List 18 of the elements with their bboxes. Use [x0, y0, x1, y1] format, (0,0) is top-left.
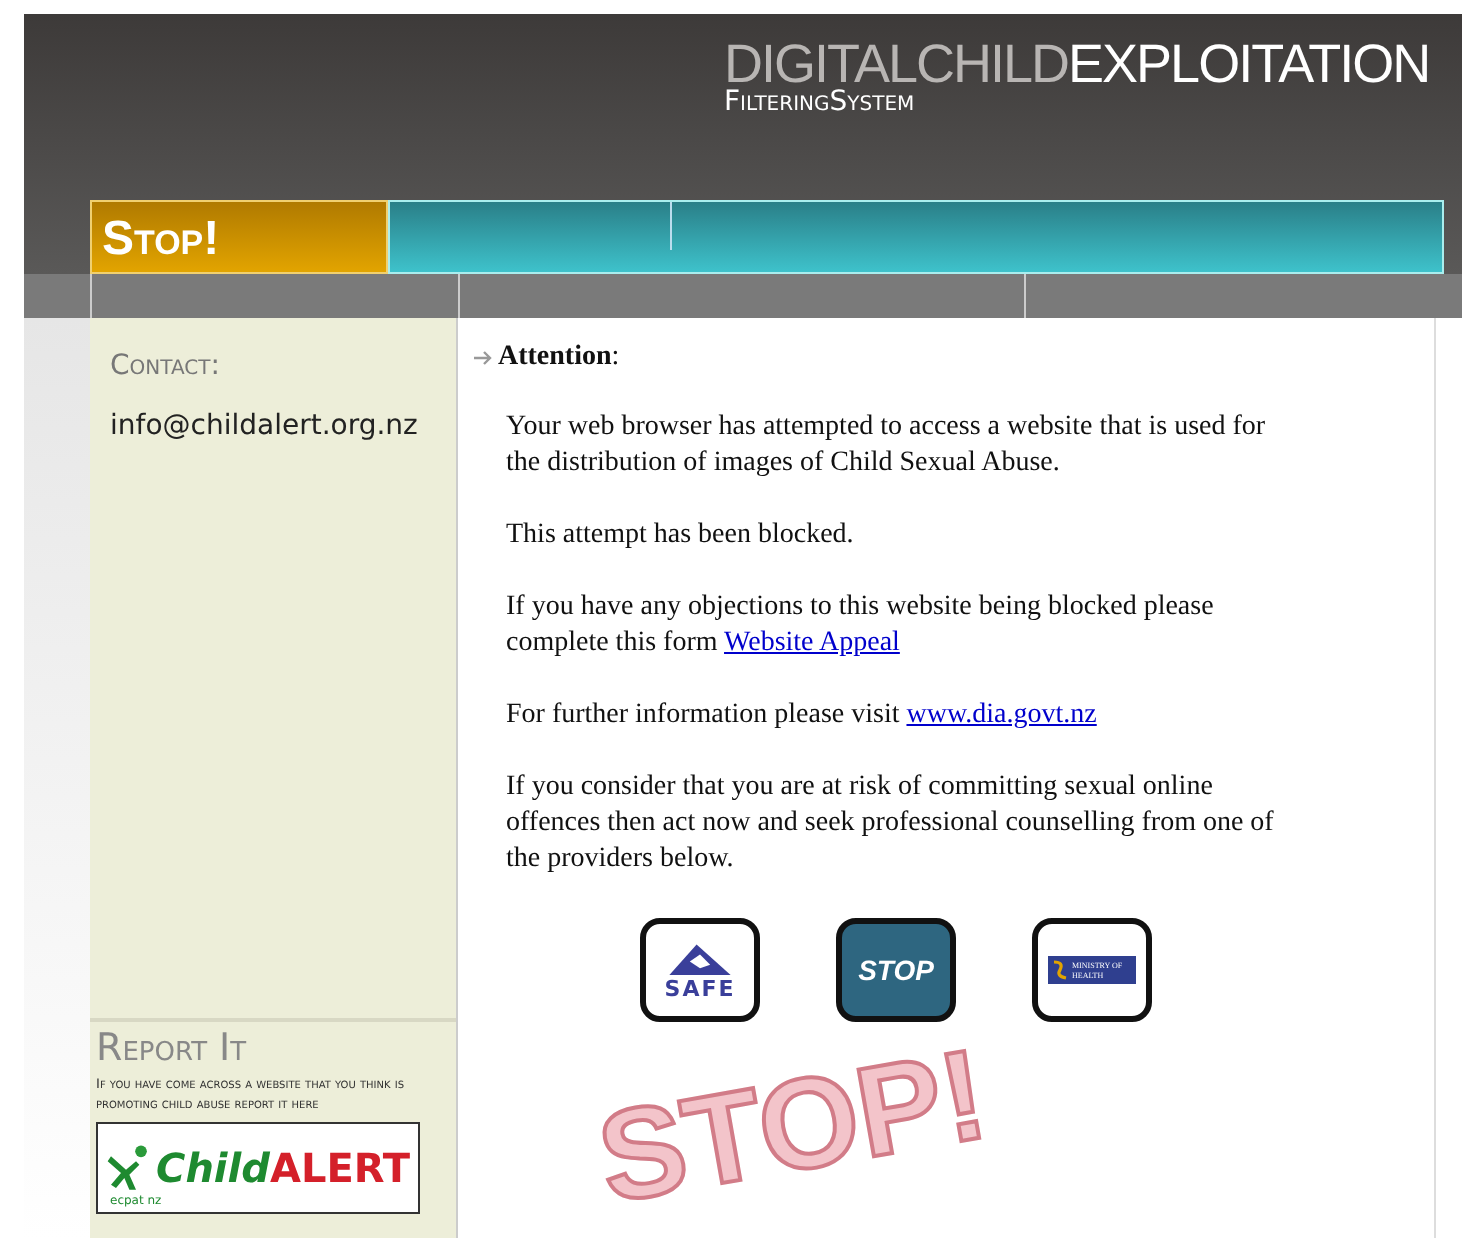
stop-logo[interactable]: STOP	[836, 918, 956, 1022]
message-text: For further information please visit www.dia.govt.nz	[506, 700, 1097, 730]
email-link[interactable]: info@childalert.org.nz	[110, 410, 436, 442]
message-link[interactable]: Website Appeal	[724, 628, 900, 658]
message-link[interactable]: www.dia.govt.nz	[906, 700, 1097, 730]
message-text: If you have any objections to this website being blocked please complete this form Website Appeal	[506, 592, 1214, 658]
arrow-icon	[474, 350, 494, 366]
contact-heading: Contact:	[110, 350, 222, 382]
message-text: Your web browser has attempted to access a website that is used for the distribution of images of Child Sexual Abuse.	[506, 412, 1266, 478]
report-heading: Report It	[96, 1026, 249, 1070]
message-text: This attempt has been blocked.	[506, 520, 854, 550]
attention-heading: Attention:	[498, 342, 620, 374]
stop-banner: Stop!	[90, 200, 388, 274]
message-text: If you consider that you are at risk of committing sexual online offences then act now and seek professional counselling from one of the providers below.	[506, 772, 1274, 874]
stamp-text: STOP!	[589, 1029, 995, 1223]
mountain-icon	[666, 939, 734, 975]
site-subtitle: FilteringSystem	[724, 86, 917, 118]
safe-logo[interactable]: SAFE	[640, 918, 760, 1022]
